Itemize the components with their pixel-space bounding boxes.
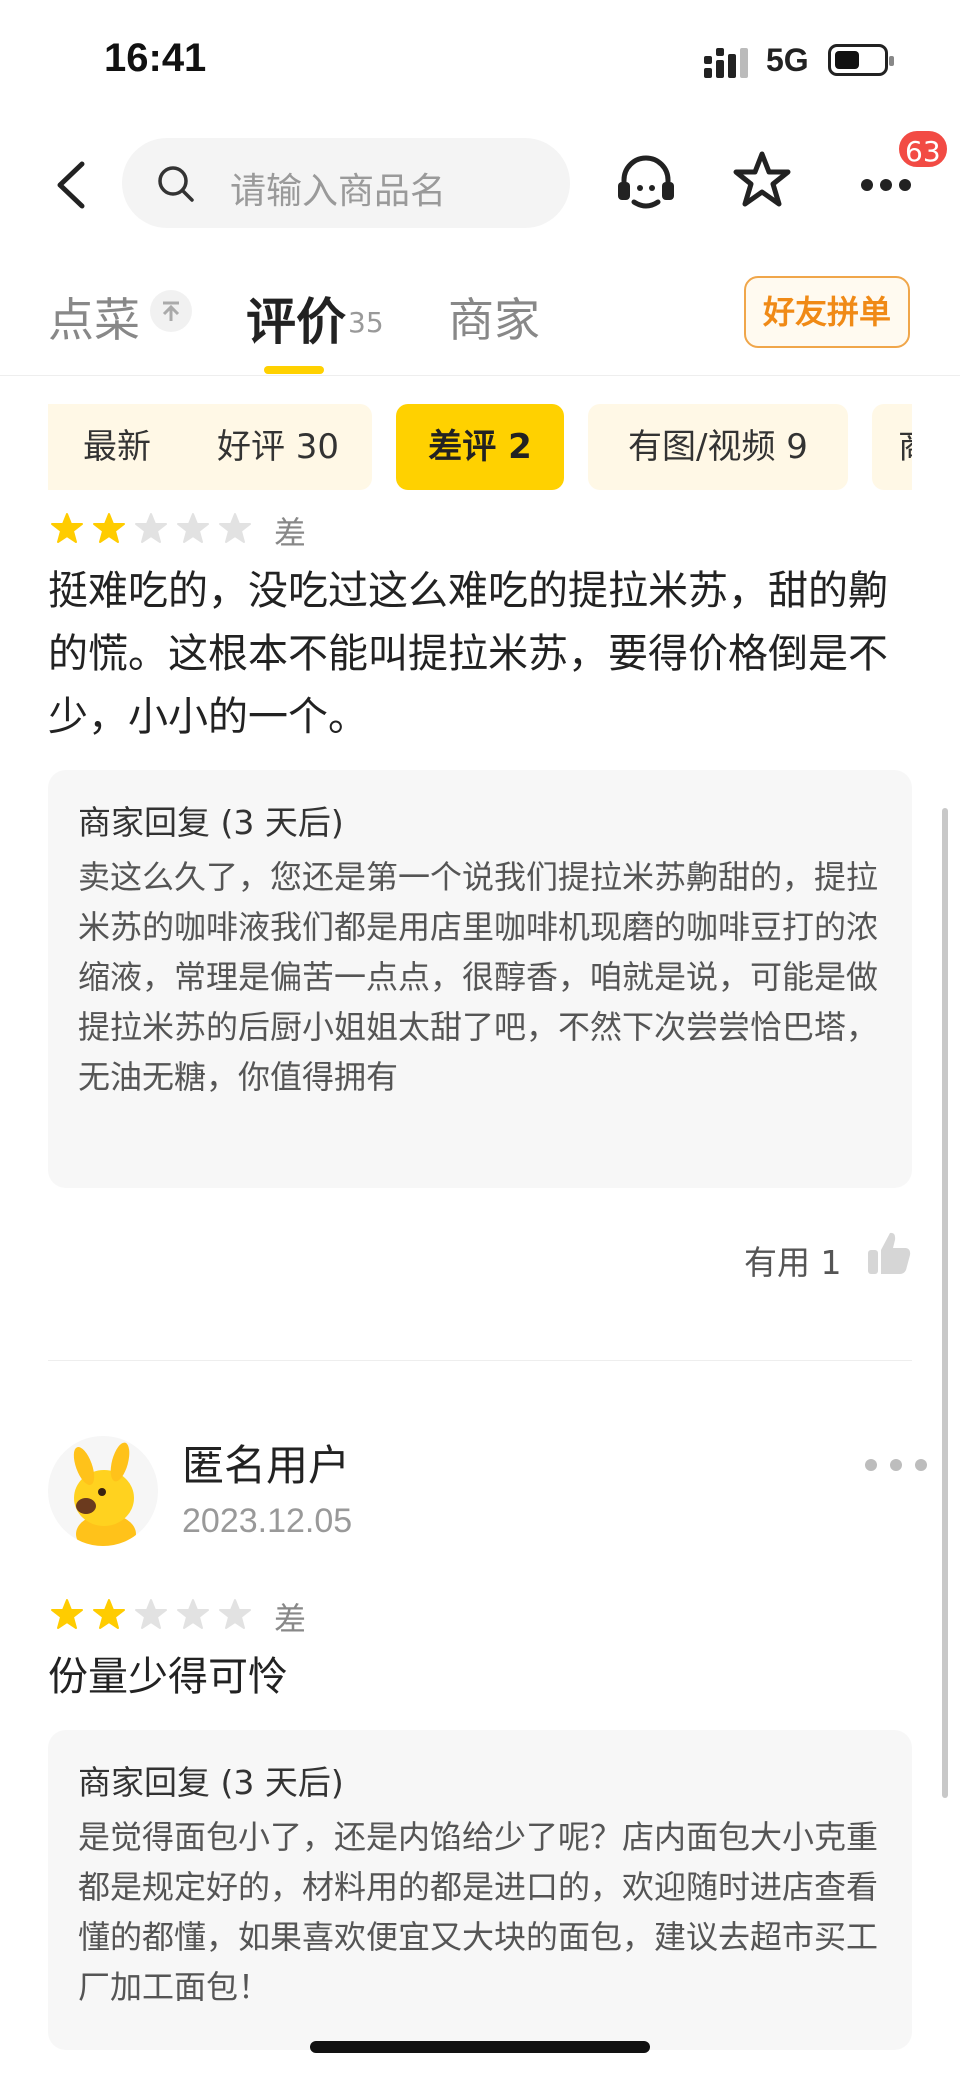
filter-latest[interactable]: 最新 (48, 404, 206, 490)
network-type: 5G (766, 42, 809, 78)
home-indicator[interactable] (310, 2041, 650, 2053)
filter-label: 有图/视频 9 (628, 427, 808, 467)
tab-reviews-count: 35 (348, 306, 384, 339)
filter-label: 差评 2 (428, 427, 532, 467)
reply-title: 商家回复 (3 天后) (78, 803, 344, 842)
star-empty-icon (176, 512, 210, 546)
customer-service-icon[interactable] (614, 152, 678, 212)
tab-active-indicator (264, 366, 324, 374)
filter-more[interactable]: 商 (872, 404, 912, 490)
tab-menu[interactable]: 点菜 (48, 284, 140, 350)
search-icon (158, 166, 194, 202)
star-empty-icon (134, 512, 168, 546)
tab-menu-pin-icon (150, 290, 192, 332)
review-text: 份量少得可怜 (48, 1654, 288, 1700)
review-filter-bar: 最新 好评 30 差评 2 有图/视频 9 商 (48, 404, 912, 490)
review-divider (48, 1360, 912, 1361)
back-icon[interactable] (52, 160, 92, 210)
reply-title: 商家回复 (3 天后) (78, 1763, 344, 1802)
review-date: 2023.12.05 (182, 1502, 353, 1540)
rating-stars (50, 512, 260, 550)
star-empty-icon (218, 512, 252, 546)
rating-label: 差 (274, 1600, 307, 1638)
scrollbar[interactable] (942, 808, 948, 1798)
star-filled-icon (50, 1598, 84, 1632)
merchant-reply: 商家回复 (3 天后) 是觉得面包小了，还是内馅给少了呢？店内面包大小克重都是规… (48, 1730, 912, 2050)
filter-media[interactable]: 有图/视频 9 (588, 404, 848, 490)
search-input[interactable]: 请输入商品名 (122, 138, 570, 228)
rating-stars (50, 1598, 260, 1636)
filter-negative[interactable]: 差评 2 (396, 404, 564, 490)
message-badge: 63 (896, 128, 950, 170)
tab-reviews[interactable]: 评价 (246, 282, 346, 354)
star-empty-icon (134, 1598, 168, 1632)
user-name: 匿名用户 (182, 1441, 351, 1490)
star-empty-icon (218, 1598, 252, 1632)
review-text: 挺难吃的，没吃过这么难吃的提拉米苏，甜的齁的慌。这根本不能叫提拉米苏，要得价格倒… (48, 568, 888, 740)
avatar (48, 1436, 158, 1546)
merchant-reply: 商家回复 (3 天后) 卖这么久了，您还是第一个说我们提拉米苏齁甜的，提拉米苏的… (48, 770, 912, 1188)
more-icon[interactable] (860, 178, 912, 192)
search-placeholder: 请输入商品名 (230, 171, 447, 212)
reply-text: 是觉得面包小了，还是内馅给少了呢？店内面包大小克重都是规定好的，材料用的都是进口… (78, 1818, 879, 2006)
status-time: 16:41 (104, 36, 207, 80)
filter-positive[interactable]: 好评 30 (184, 404, 372, 490)
star-filled-icon (92, 1598, 126, 1632)
filter-label: 最新 (83, 427, 151, 467)
favorite-star-icon[interactable] (732, 150, 792, 210)
star-empty-icon (176, 1598, 210, 1632)
signal-icon (704, 48, 748, 78)
filter-label: 商 (898, 427, 912, 467)
battery-icon (828, 44, 894, 76)
reply-text: 卖这么久了，您还是第一个说我们提拉米苏齁甜的，提拉米苏的咖啡液我们都是用店里咖啡… (78, 858, 879, 1096)
rating-label: 差 (274, 514, 307, 552)
thumbs-up-icon[interactable] (866, 1230, 912, 1276)
group-order-button[interactable]: 好友拼单 (744, 276, 910, 348)
status-bar: 16:41 5G (0, 0, 960, 120)
useful-count[interactable]: 有用 1 (744, 1236, 842, 1284)
more-options-icon[interactable] (864, 1458, 928, 1472)
star-filled-icon (50, 512, 84, 546)
tab-merchant[interactable]: 商家 (448, 284, 540, 350)
star-filled-icon (92, 512, 126, 546)
filter-label: 好评 30 (216, 427, 340, 467)
